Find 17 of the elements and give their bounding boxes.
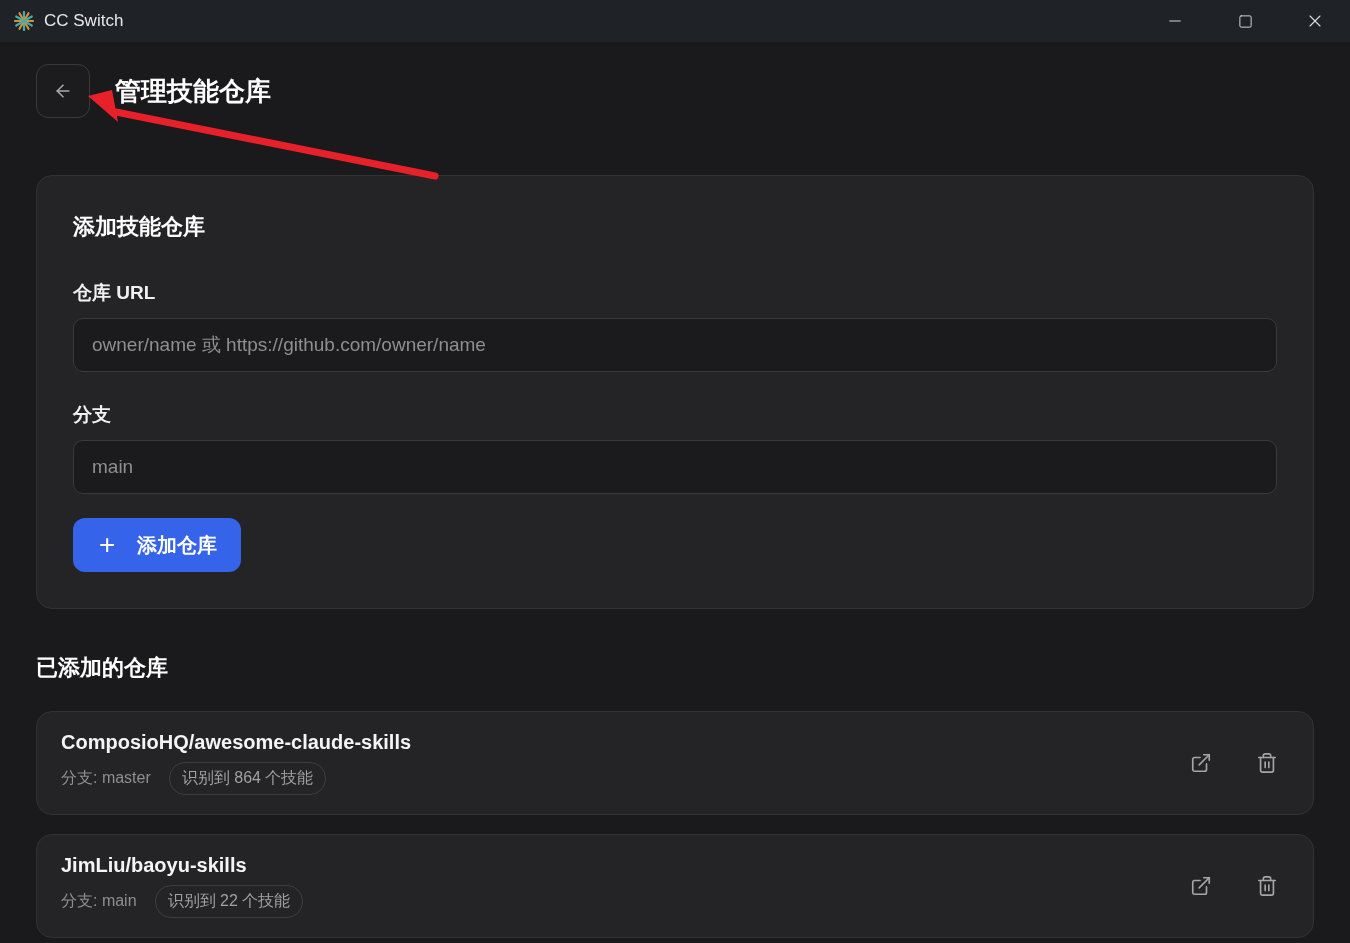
repo-branch: 分支: main xyxy=(61,891,137,911)
branch-input-field[interactable]: main xyxy=(73,440,1277,494)
maximize-icon[interactable] xyxy=(1237,13,1253,29)
repo-name: JimLiu/baoyu-skills xyxy=(61,854,248,877)
sunburst-logo-icon xyxy=(14,11,34,31)
add-repo-button[interactable]: + 添加仓库 xyxy=(73,518,242,572)
window-title: CC Switch xyxy=(44,11,125,31)
card-title: 添加技能仓库 xyxy=(73,213,206,241)
page-title: 管理技能仓库 xyxy=(115,74,271,108)
field-label: 分支 xyxy=(73,403,112,427)
repo-name: ComposioHQ/awesome-claude-skills xyxy=(61,731,413,754)
section-title: 已添加的仓库 xyxy=(36,654,169,682)
url-input-field[interactable]: owner/name 或 https://github.com/owner/name xyxy=(73,318,1277,372)
repo-branch: 分支: master xyxy=(61,768,151,788)
skill-count-badge: 识别到 864 个技能 xyxy=(168,762,327,795)
skill-count-badge: 识别到 22 个技能 xyxy=(154,885,304,918)
field-label: 仓库 URL xyxy=(73,281,157,305)
